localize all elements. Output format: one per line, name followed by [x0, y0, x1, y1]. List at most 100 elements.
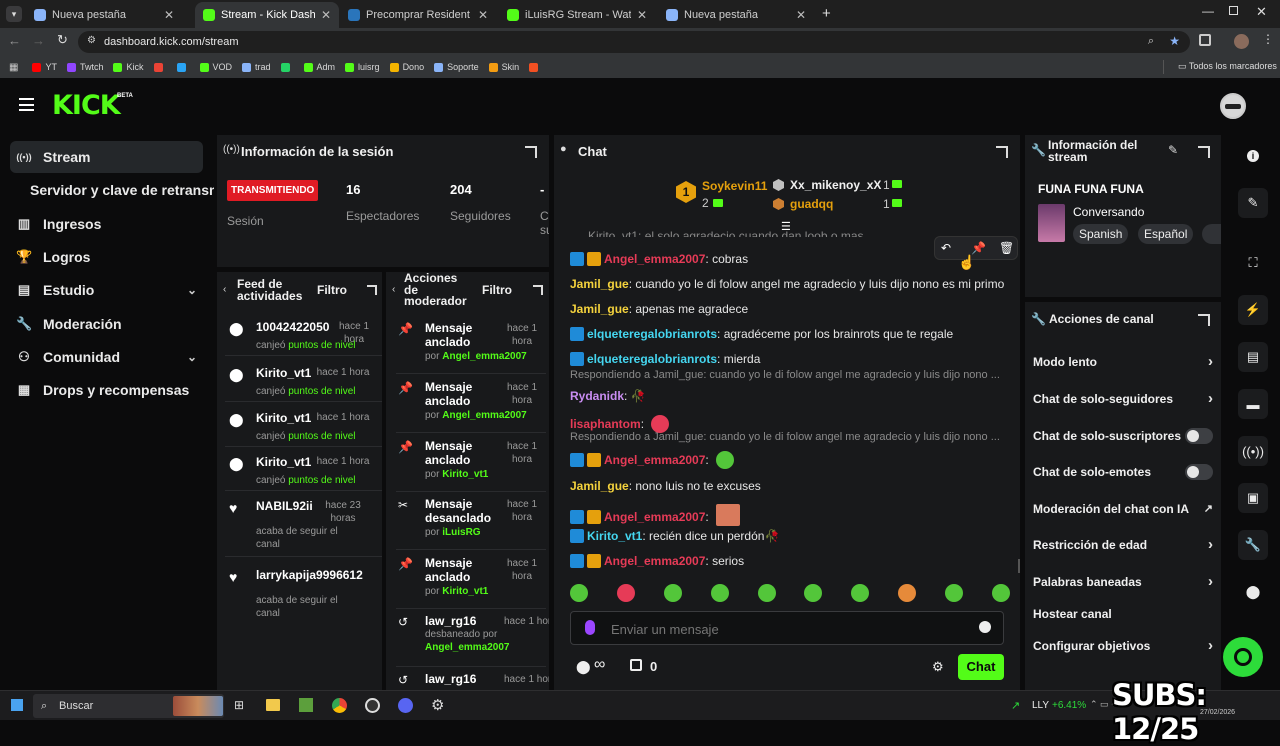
- modactions-filter-button[interactable]: Filtro: [482, 283, 512, 297]
- feed-username[interactable]: Kirito_vt1: [256, 411, 311, 425]
- expand-icon[interactable]: [525, 146, 537, 158]
- back-icon[interactable]: ←: [8, 33, 21, 48]
- emote-icon[interactable]: [804, 584, 823, 602]
- feed-username[interactable]: Kirito_vt1: [256, 366, 311, 380]
- browser-tab[interactable]: Precomprar Resident Evil Requ ✕: [340, 2, 496, 28]
- support-chat-button[interactable]: [1223, 637, 1263, 677]
- expand-icon[interactable]: [1198, 314, 1210, 326]
- feed-item[interactable]: ⬤ Kirito_vt1 hace 1 hora canjeó puntos de n…: [225, 403, 382, 447]
- mod-action-item[interactable]: 📌 Mensaje anclado hace 1 hora por Angel_emm…: [396, 379, 546, 433]
- chat-message-input[interactable]: [611, 619, 951, 639]
- channel-action-configurar-objetivos[interactable]: Configurar objetivos ›: [1033, 637, 1213, 654]
- emote-icon[interactable]: [570, 584, 588, 602]
- capture-icon[interactable]: ⛶: [1238, 248, 1268, 278]
- sidebar-item-estudio[interactable]: ▤ Estudio ⌄: [10, 274, 203, 306]
- hamburger-menu-icon[interactable]: [19, 98, 34, 111]
- expand-icon[interactable]: [367, 285, 377, 295]
- leader-2-name[interactable]: Xx_mikenoy_xX: [790, 178, 881, 192]
- emoji-icon[interactable]: [979, 621, 991, 633]
- chat-username[interactable]: elqueteregalobrianrots: [587, 327, 717, 341]
- mod-action-item[interactable]: 📌 Mensaje anclado hace 1 hora por Angel_emm…: [396, 320, 546, 374]
- tab-close-icon[interactable]: ✕: [164, 8, 174, 22]
- info-icon[interactable]: i: [1238, 141, 1268, 171]
- tab-list-button[interactable]: ▾: [6, 6, 22, 22]
- emote-icon[interactable]: [898, 584, 917, 602]
- all-bookmarks[interactable]: ▭ Todos los marcadores: [1178, 61, 1277, 72]
- chat-username[interactable]: Angel_emma2007: [604, 453, 705, 467]
- tag-chip[interactable]: [1202, 224, 1221, 244]
- emote-icon[interactable]: [945, 584, 963, 602]
- channel-action-palabras-baneadas[interactable]: Palabras baneadas ›: [1033, 573, 1213, 590]
- bookmark-star-icon[interactable]: ★: [1169, 34, 1180, 48]
- channel-action-moderaci-n-del-chat-con-ia[interactable]: Moderación del chat con IA ↗: [1033, 502, 1213, 516]
- sidebar-item-logros[interactable]: 🏆 Logros: [10, 241, 203, 273]
- chat-username[interactable]: Jamil_gue: [570, 302, 629, 316]
- microphone-icon[interactable]: [585, 620, 595, 635]
- bookmark-item[interactable]: Twtch: [66, 62, 103, 72]
- reply-context[interactable]: Respondiendo a Jamil_gue: cuando yo le d…: [570, 431, 1000, 443]
- profile-avatar[interactable]: [1234, 34, 1249, 49]
- feed-username[interactable]: Kirito_vt1: [256, 455, 311, 469]
- chevron-right-icon[interactable]: ›: [1208, 390, 1213, 407]
- emote-icon[interactable]: [757, 584, 776, 602]
- task-view-icon[interactable]: ⊞: [234, 698, 244, 712]
- discord-icon[interactable]: [398, 698, 413, 713]
- reply-context[interactable]: Respondiendo a Jamil_gue: cuando yo le d…: [570, 369, 1000, 381]
- channel-action-modo-lento[interactable]: Modo lento ›: [1033, 353, 1213, 370]
- sidebar-item-servidor[interactable]: Servidor y clave de retransm: [10, 174, 214, 206]
- feed-item[interactable]: ♥ larrykapija9996612 acaba de seguir el ca…: [225, 560, 382, 626]
- chat-message[interactable]: Jamil_gue: cuando yo le di folow angel m…: [570, 277, 1004, 291]
- url-input[interactable]: ⚙ dashboard.kick.com/stream ⌕ ★: [78, 31, 1190, 53]
- chat-username[interactable]: Rydanidk: [570, 389, 624, 403]
- mod-action-user[interactable]: Angel_emma2007: [425, 642, 510, 653]
- chevron-down-icon[interactable]: ⌄: [187, 283, 197, 297]
- external-link-icon[interactable]: ↗: [1204, 502, 1213, 515]
- mod-action-item[interactable]: ✂ Mensaje desanclado hace 1 hora por iLuisR…: [396, 496, 546, 550]
- leader-3-name[interactable]: guadqq: [790, 197, 833, 211]
- chat-message[interactable]: Jamil_gue: apenas me agradece: [570, 302, 748, 316]
- mod-action-user[interactable]: Kirito_vt1: [442, 469, 488, 480]
- chat-icon[interactable]: ▬: [1238, 389, 1268, 419]
- reload-icon[interactable]: ↻: [57, 32, 68, 48]
- broadcast-icon[interactable]: ((•)): [1238, 436, 1268, 466]
- chat-message[interactable]: elqueteregalobrianrots: agradéceme por l…: [570, 327, 953, 341]
- sidebar-item-stream[interactable]: ((•)) Stream: [10, 141, 203, 173]
- tab-close-icon[interactable]: ✕: [478, 8, 488, 22]
- bookmark-item[interactable]: Soporte: [434, 62, 479, 72]
- mod-action-item[interactable]: 📌 Mensaje anclado hace 1 hora por Kirito_vt…: [396, 438, 546, 492]
- close-window-button[interactable]: ✕: [1256, 4, 1267, 20]
- emote-icon[interactable]: [663, 584, 682, 602]
- extensions-icon[interactable]: [1199, 34, 1211, 46]
- file-explorer-icon[interactable]: [266, 699, 280, 711]
- chat-settings-icon[interactable]: ⚙: [932, 659, 944, 675]
- browser-tab[interactable]: iLuisRG Stream - Watch Live on ✕: [499, 2, 655, 28]
- sidebar-item-comunidad[interactable]: ⚇ Comunidad ⌄: [10, 341, 203, 373]
- pin-icon[interactable]: 📌: [971, 241, 986, 255]
- chat-scrollbar[interactable]: [1018, 559, 1020, 573]
- channel-action-restricci-n-de-edad[interactable]: Restricción de edad ›: [1033, 536, 1213, 553]
- toggle-switch[interactable]: [1185, 428, 1213, 444]
- channel-points-icon[interactable]: ⬤: [576, 659, 591, 675]
- chat-message[interactable]: Rydanidk: 🥀: [570, 389, 646, 403]
- bookmark-item[interactable]: VOD: [199, 62, 232, 72]
- mod-action-user[interactable]: Kirito_vt1: [442, 586, 488, 597]
- tag-chip[interactable]: Spanish: [1073, 224, 1129, 244]
- feed-username[interactable]: larrykapija9996612: [256, 568, 363, 582]
- chat-message[interactable]: Jamil_gue: nono luis no te excuses: [570, 479, 761, 493]
- chat-message[interactable]: Kirito_vt1: recién dice un perdón🥀: [570, 529, 779, 543]
- category-name[interactable]: Conversando: [1073, 205, 1144, 219]
- layout-icon[interactable]: ▣: [1238, 483, 1268, 513]
- chat-message[interactable]: Angel_emma2007:: [570, 504, 741, 526]
- mod-action-item[interactable]: ↺law_rg16hace 1 horadesbaneado por Angel…: [396, 613, 549, 667]
- sidebar-item-moderación[interactable]: 🔧 Moderación: [10, 308, 203, 340]
- leader-1-name[interactable]: Soykevin11: [702, 179, 767, 193]
- browser-tab[interactable]: Stream - Kick Dashboard ✕: [195, 2, 339, 28]
- emote-icon[interactable]: [616, 584, 635, 602]
- mod-action-item[interactable]: 📌 Mensaje anclado hace 1 hora por Kirito_vt…: [396, 555, 546, 609]
- user-avatar[interactable]: [1220, 93, 1246, 119]
- bookmark-item[interactable]: Skin: [488, 62, 519, 72]
- bookmark-item[interactable]: Dono: [389, 62, 424, 72]
- bookmark-item[interactable]: trad: [242, 62, 271, 72]
- channel-action-chat-de-solo-emotes[interactable]: Chat de solo-emotes: [1033, 464, 1213, 480]
- emote-icon[interactable]: [851, 584, 870, 602]
